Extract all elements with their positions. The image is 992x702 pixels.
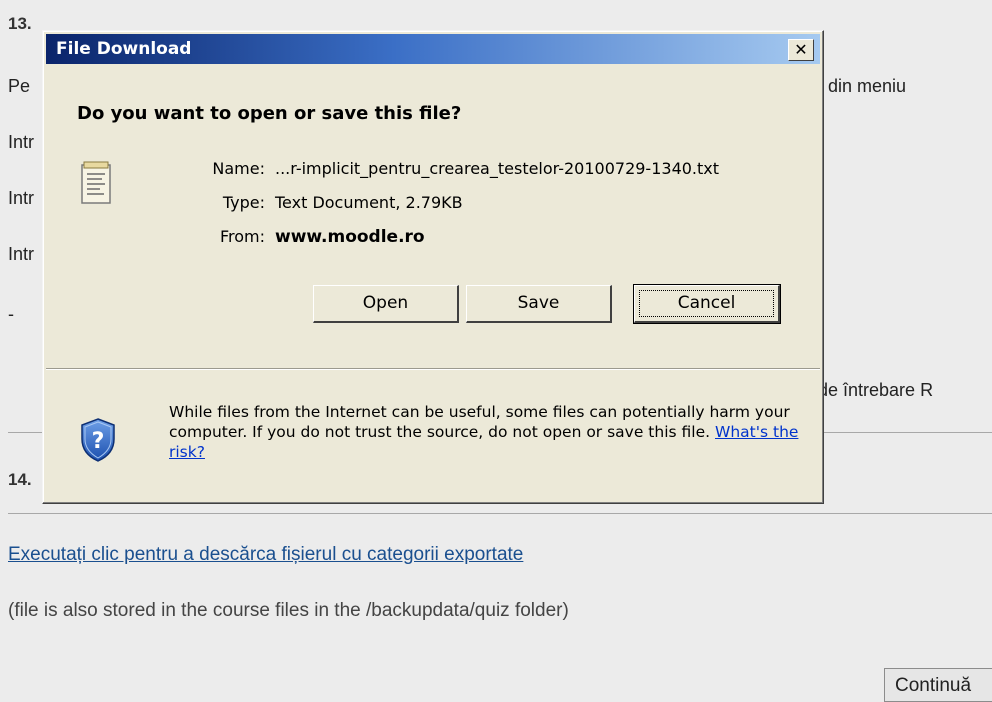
continue-button[interactable]: Continuă xyxy=(884,668,992,702)
step-line-int-2: Intr xyxy=(8,188,35,208)
section-divider-right xyxy=(824,432,992,433)
step-line-int-3: Intr xyxy=(8,244,35,264)
open-button[interactable]: Open xyxy=(313,285,459,323)
step-line-pe: Pe xyxy=(8,76,31,96)
security-warning-text: While files from the Internet can be use… xyxy=(169,403,790,441)
text-file-icon xyxy=(81,161,111,204)
dialog-question: Do you want to open or save this file? xyxy=(77,103,462,124)
step-line-intrebare: de întrebare R xyxy=(818,380,934,400)
security-warning: While files from the Internet can be use… xyxy=(169,402,819,462)
step-line-dash: - xyxy=(8,304,14,324)
step-13-label: 13. xyxy=(8,14,32,33)
dialog-title: File Download xyxy=(56,39,192,59)
section-divider-left xyxy=(8,432,42,433)
step-line-int-1: Intr xyxy=(8,132,35,152)
step-line-pe-right: din meniu xyxy=(828,76,907,96)
dialog-close-button[interactable]: ✕ xyxy=(788,39,814,61)
section-divider xyxy=(8,513,992,514)
file-type-label: Type: xyxy=(222,193,265,212)
file-from-label: From: xyxy=(219,227,265,246)
file-type-value: Text Document, 2.79KB xyxy=(275,193,463,212)
security-shield-icon: ? xyxy=(81,418,115,462)
save-button[interactable]: Save xyxy=(466,285,612,323)
dialog-divider-highlight xyxy=(46,369,820,370)
file-from-value: www.moodle.ro xyxy=(275,227,425,247)
cancel-button-label: Cancel xyxy=(677,293,736,313)
svg-text:?: ? xyxy=(92,429,105,454)
step-14-label: 14. xyxy=(8,470,32,489)
file-name-label: Name: xyxy=(212,159,265,178)
file-download-dialog: File Download ✕ Do you want to open or s… xyxy=(42,30,824,504)
cancel-button[interactable]: Cancel xyxy=(633,284,781,324)
backup-location-note: (file is also stored in the course files… xyxy=(8,600,569,621)
dialog-titlebar[interactable]: File Download ✕ xyxy=(46,34,820,64)
download-exported-categories-link[interactable]: Executați clic pentru a descărca fișieru… xyxy=(8,544,523,566)
file-name-value: ...r-implicit_pentru_crearea_testelor-20… xyxy=(275,159,720,178)
